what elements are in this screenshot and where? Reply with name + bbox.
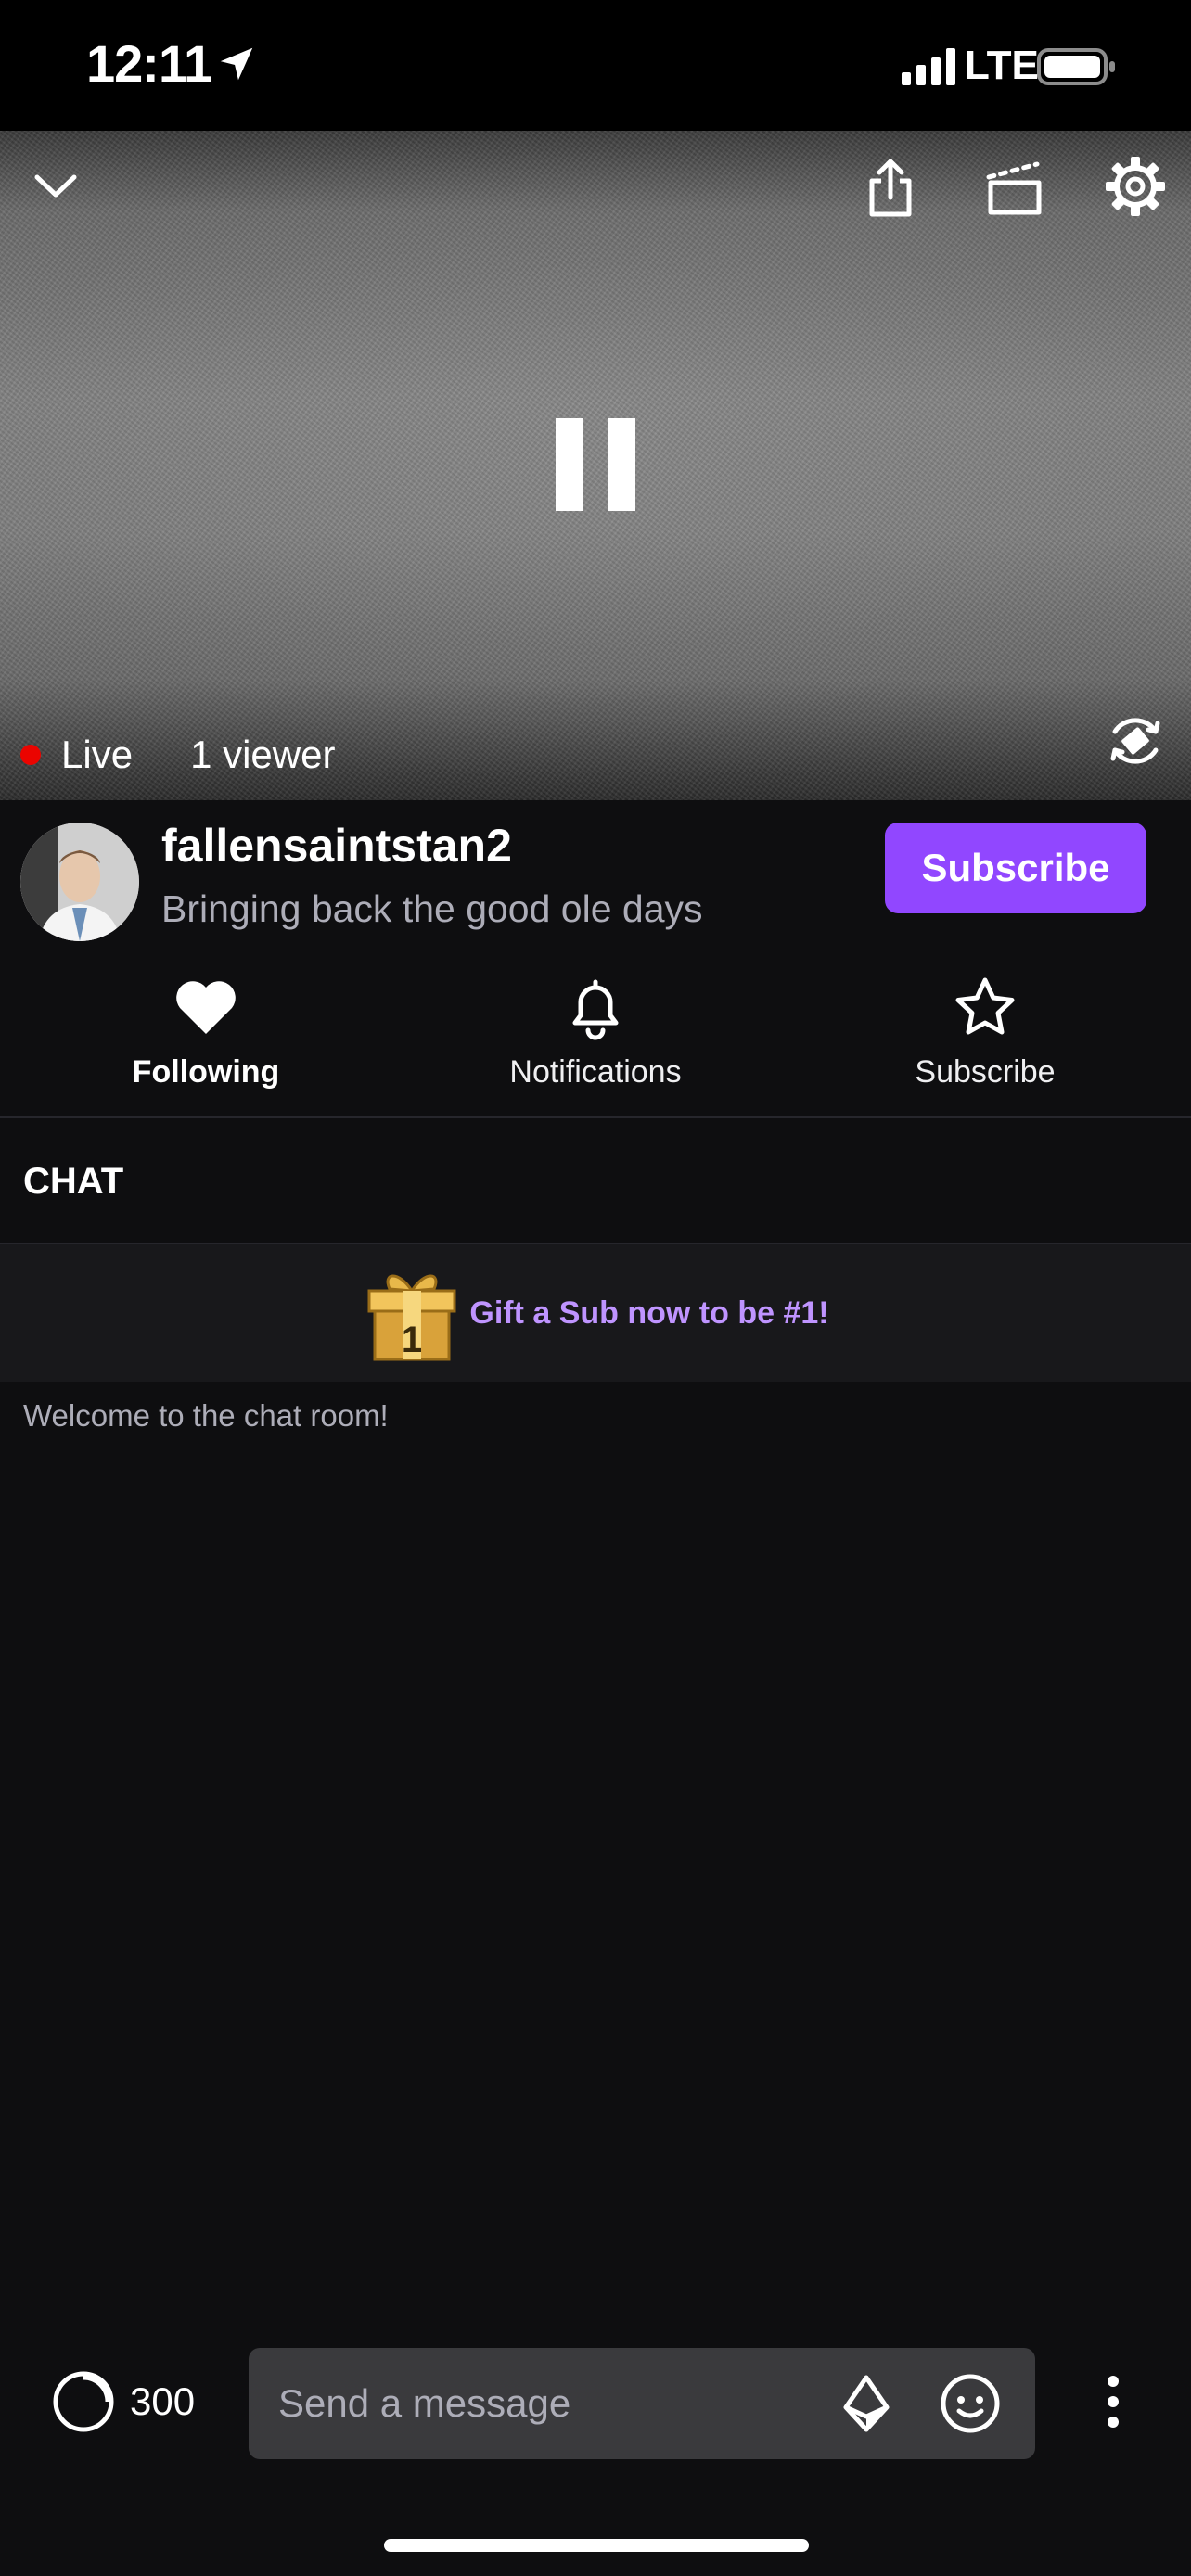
chat-composer: 300 (0, 2344, 1191, 2463)
pause-icon (556, 418, 635, 511)
divider (0, 1116, 1191, 1118)
pause-button[interactable] (540, 409, 651, 520)
video-player[interactable]: Live 1 viewer (0, 131, 1191, 800)
notifications-button[interactable]: Notifications (456, 967, 735, 1106)
avatar[interactable] (20, 823, 139, 941)
live-dot (20, 745, 41, 765)
more-vertical-icon (1108, 2376, 1119, 2428)
gift-icon: 1 (367, 1274, 456, 1361)
share-icon (869, 159, 912, 217)
channel-points-button[interactable]: 300 (50, 2365, 195, 2439)
signal-bars-icon (902, 48, 955, 85)
following-button[interactable]: Following (67, 967, 345, 1106)
bits-icon (843, 2375, 890, 2432)
channel-actions: Following Notifications Subscribe (0, 967, 1191, 1106)
battery-icon (1037, 48, 1115, 85)
stream-title: Bringing back the good ole days (161, 887, 703, 930)
gift-sub-text: Gift a Sub now to be #1! (469, 1294, 829, 1331)
status-bar: 12:11 LTE (0, 0, 1191, 131)
heart-icon (176, 981, 236, 1034)
avatar-portrait (20, 823, 139, 941)
viewer-count: 1 viewer (190, 733, 336, 776)
subscribe-action-button[interactable]: Subscribe (846, 967, 1124, 1106)
channel-points-count: 300 (130, 2379, 196, 2423)
channel-points-icon (53, 2371, 114, 2432)
status-time: 12:11 (86, 34, 212, 93)
location-arrow-icon (220, 47, 253, 81)
live-label: Live (61, 733, 134, 776)
send-message-input[interactable] (278, 2348, 798, 2459)
notifications-label: Notifications (509, 1054, 682, 1090)
share-button[interactable] (857, 151, 924, 225)
message-box[interactable] (249, 2348, 1035, 2459)
fullscreen-button[interactable] (1102, 708, 1169, 774)
chevron-down-icon (34, 174, 77, 198)
gift-sub-banner[interactable]: 1 Gift a Sub now to be #1! (0, 1244, 1191, 1382)
emote-icon (941, 2374, 1000, 2433)
emote-button[interactable] (935, 2368, 1005, 2439)
channel-info: fallensaintstan2 Bringing back the good … (0, 800, 1191, 1116)
subscribe-button[interactable]: Subscribe (885, 823, 1146, 913)
settings-button[interactable] (1100, 151, 1171, 222)
star-icon (955, 977, 1015, 1035)
channel-name[interactable]: fallensaintstan2 (161, 819, 512, 873)
bits-button[interactable] (831, 2368, 902, 2439)
clip-button[interactable] (980, 153, 1050, 223)
more-options-button[interactable] (1080, 2365, 1146, 2439)
collapse-player-button[interactable] (24, 159, 87, 214)
clips-icon (986, 161, 1042, 215)
gear-icon (1106, 157, 1165, 216)
live-indicator: Live 1 viewer (20, 732, 335, 778)
bell-icon (572, 979, 619, 1040)
chat-welcome-message: Welcome to the chat room! (23, 1398, 389, 1433)
following-label: Following (132, 1054, 280, 1090)
subscribe-action-label: Subscribe (915, 1054, 1056, 1090)
chat-header: CHAT (23, 1161, 124, 1202)
network-type: LTE (965, 43, 1039, 88)
home-indicator (384, 2539, 809, 2552)
fullscreen-rotate-icon (1110, 718, 1160, 764)
gift-badge-number: 1 (402, 1320, 422, 1360)
